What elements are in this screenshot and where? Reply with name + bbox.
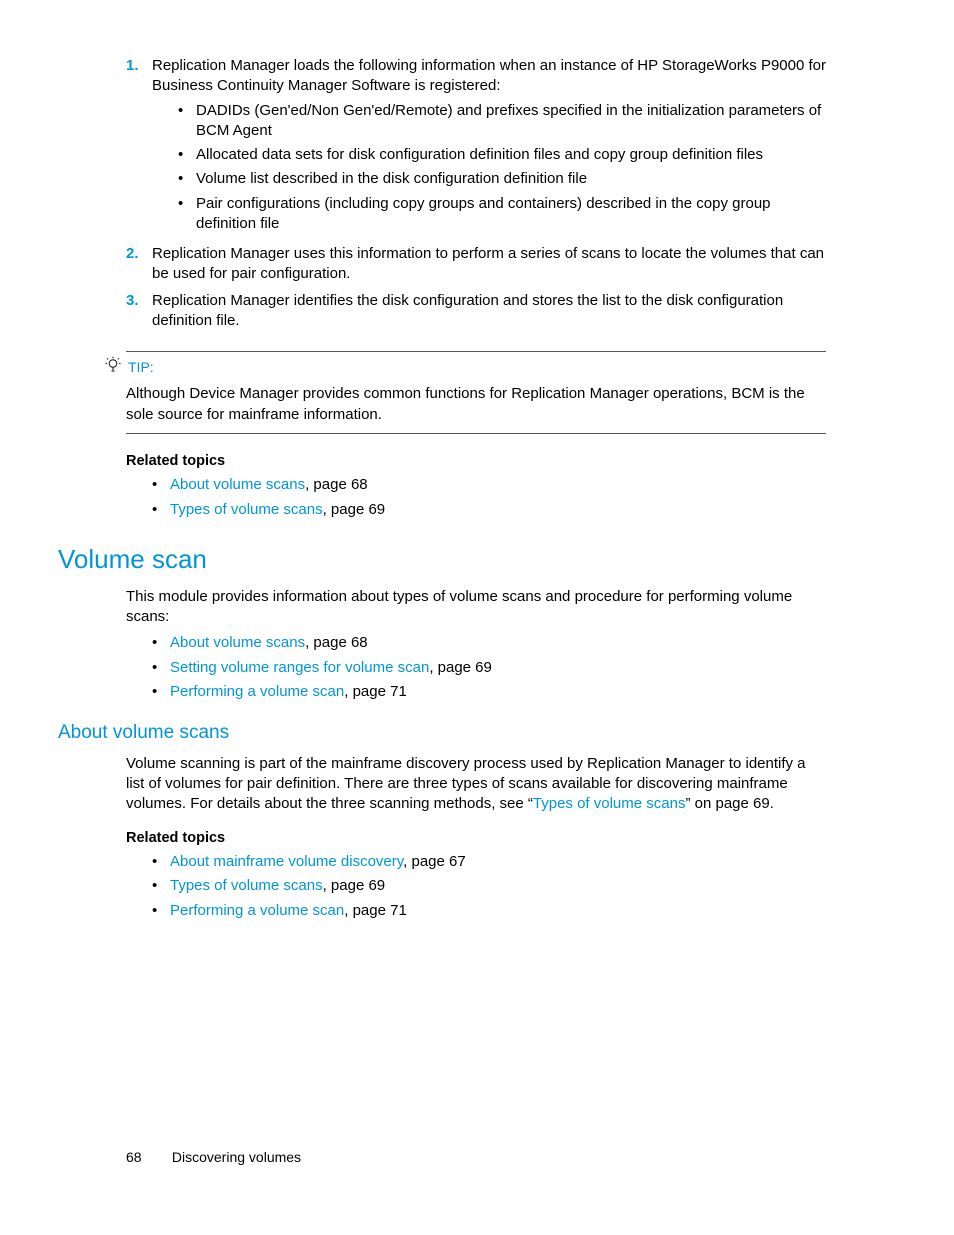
page-footer: 68 Discovering volumes	[126, 1148, 301, 1167]
page-ref: , page 69	[323, 501, 386, 518]
bullet-item: Volume list described in the disk config…	[178, 169, 826, 189]
heading-about-volume-scans: About volume scans	[58, 720, 826, 746]
link-about-volume-scans[interactable]: About volume scans	[170, 634, 305, 651]
link-about-mainframe-volume-discovery[interactable]: About mainframe volume discovery	[170, 853, 403, 870]
list-number: 2.	[126, 244, 152, 285]
tip-row: TIP:	[126, 358, 826, 382]
footer-section: Discovering volumes	[172, 1149, 301, 1165]
volume-scan-link-list: About volume scans, page 68 Setting volu…	[126, 633, 826, 702]
page: 1. Replication Manager loads the followi…	[0, 0, 954, 1235]
list-text: Replication Manager loads the following …	[152, 57, 826, 94]
content-area: 1. Replication Manager loads the followi…	[126, 56, 826, 921]
page-ref: , page 69	[323, 877, 386, 894]
tip-box: TIP: Although Device Manager provides co…	[126, 351, 826, 434]
page-ref: , page 68	[305, 634, 368, 651]
list-body: Replication Manager loads the following …	[152, 56, 826, 238]
list-item: 1. Replication Manager loads the followi…	[126, 56, 826, 238]
page-ref: , page 69	[429, 659, 492, 676]
link-types-of-volume-scans[interactable]: Types of volume scans	[170, 877, 323, 894]
page-number: 68	[126, 1148, 168, 1167]
related-topic-item: Types of volume scans, page 69	[152, 876, 826, 896]
page-ref: , page 68	[305, 476, 368, 493]
intro-paragraph: This module provides information about t…	[126, 587, 826, 628]
list-number: 1.	[126, 56, 152, 238]
related-topics-heading: Related topics	[126, 452, 826, 472]
link-performing-volume-scan[interactable]: Performing a volume scan	[170, 902, 344, 919]
bullet-item: Allocated data sets for disk configurati…	[178, 145, 826, 165]
page-ref: , page 71	[344, 683, 407, 700]
heading-volume-scan: Volume scan	[58, 542, 826, 577]
page-ref: , page 67	[403, 853, 466, 870]
related-topic-item: About volume scans, page 68	[152, 475, 826, 495]
list-text: Replication Manager identifies the disk …	[152, 291, 826, 332]
tip-text: Although Device Manager provides common …	[126, 384, 826, 425]
list-text: Replication Manager uses this informatio…	[152, 244, 826, 285]
related-topics-heading: Related topics	[126, 829, 826, 849]
related-topic-item: Types of volume scans, page 69	[152, 500, 826, 520]
link-performing-volume-scan[interactable]: Performing a volume scan	[170, 683, 344, 700]
sub-bullet-list: DADIDs (Gen'ed/Non Gen'ed/Remote) and pr…	[152, 101, 826, 235]
lightbulb-icon	[104, 356, 128, 380]
related-topic-item: Performing a volume scan, page 71	[152, 901, 826, 921]
related-topics-list: About mainframe volume discovery, page 6…	[126, 852, 826, 921]
related-topics-list: About volume scans, page 68 Types of vol…	[126, 475, 826, 520]
tip-rule-top	[126, 351, 826, 352]
list-item: 3. Replication Manager identifies the di…	[126, 291, 826, 332]
page-ref: , page 71	[344, 902, 407, 919]
link-item: Setting volume ranges for volume scan, p…	[152, 658, 826, 678]
tip-label: TIP:	[128, 358, 154, 377]
link-about-volume-scans[interactable]: About volume scans	[170, 476, 305, 493]
link-item: Performing a volume scan, page 71	[152, 682, 826, 702]
about-post: ” on page 69.	[685, 795, 773, 812]
link-item: About volume scans, page 68	[152, 633, 826, 653]
bullet-item: Pair configurations (including copy grou…	[178, 194, 826, 235]
tip-rule-bottom	[126, 433, 826, 434]
link-types-of-volume-scans-inline[interactable]: Types of volume scans	[533, 795, 686, 812]
link-types-of-volume-scans[interactable]: Types of volume scans	[170, 501, 323, 518]
list-number: 3.	[126, 291, 152, 332]
list-item: 2. Replication Manager uses this informa…	[126, 244, 826, 285]
about-paragraph: Volume scanning is part of the mainframe…	[126, 754, 826, 815]
bullet-item: DADIDs (Gen'ed/Non Gen'ed/Remote) and pr…	[178, 101, 826, 142]
link-setting-volume-ranges[interactable]: Setting volume ranges for volume scan	[170, 659, 429, 676]
ordered-list: 1. Replication Manager loads the followi…	[126, 56, 826, 331]
related-topic-item: About mainframe volume discovery, page 6…	[152, 852, 826, 872]
